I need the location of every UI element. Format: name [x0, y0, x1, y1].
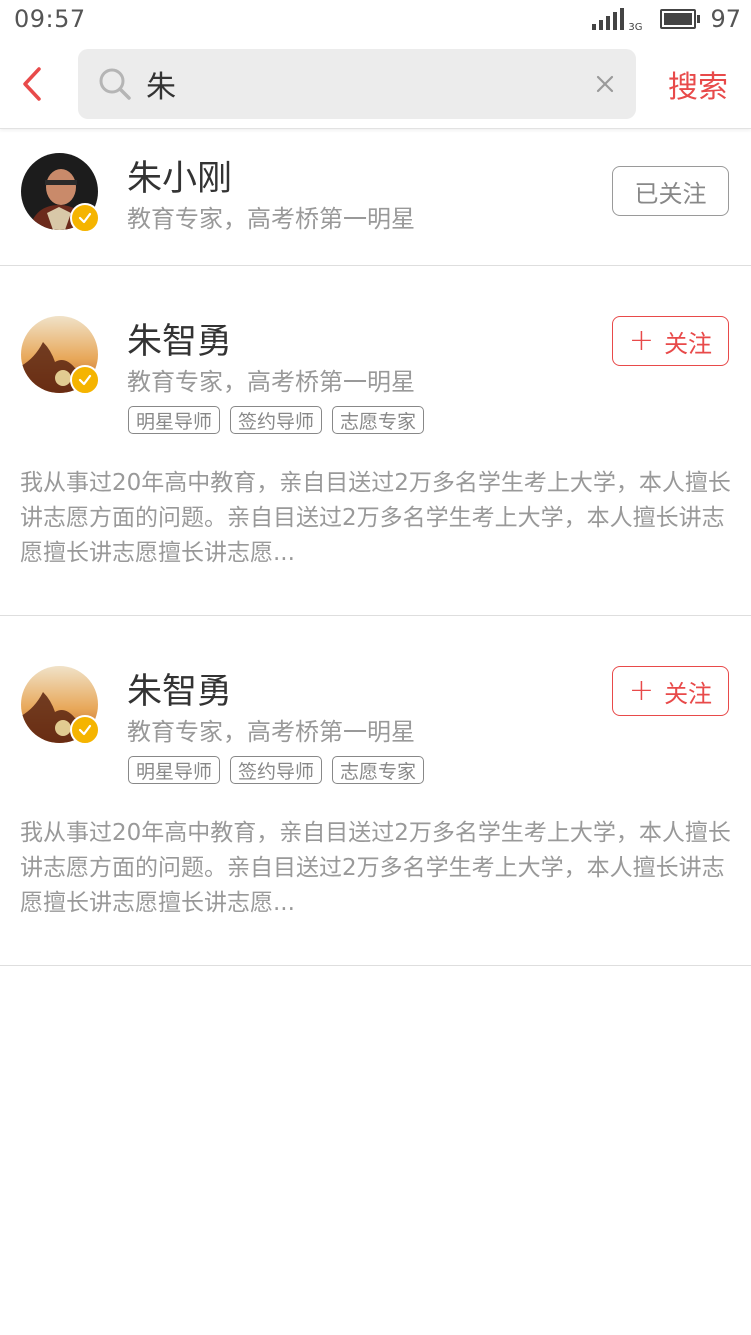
- tag: 明星导师: [128, 406, 221, 434]
- plus-icon: +: [628, 323, 655, 358]
- search-button[interactable]: 搜索: [668, 62, 728, 106]
- user-result-item[interactable]: 朱智勇 教育专家，高考桥第一明星 + 关注 明星导师 签约导师 志愿专家 我从事…: [0, 616, 751, 966]
- status-bar: 09:57 3G 97: [0, 0, 751, 40]
- verified-badge-icon: [70, 203, 100, 233]
- search-header: 搜索: [0, 40, 751, 129]
- user-name: 朱小刚: [127, 159, 233, 199]
- status-indicators: 3G 97: [592, 5, 741, 33]
- user-name: 朱智勇: [127, 672, 233, 712]
- user-intro: 教育专家，高考桥第一明星: [127, 368, 415, 396]
- user-result-item[interactable]: 朱智勇 教育专家，高考桥第一明星 + 关注 明星导师 签约导师 志愿专家 我从事…: [0, 266, 751, 616]
- user-name: 朱智勇: [127, 322, 233, 362]
- tag: 志愿专家: [332, 406, 425, 434]
- signal-icon: [592, 8, 625, 30]
- status-time: 09:57: [14, 5, 86, 33]
- tag: 签约导师: [230, 406, 323, 434]
- tag: 明星导师: [128, 756, 221, 784]
- user-intro: 教育专家，高考桥第一明星: [127, 718, 415, 746]
- search-box[interactable]: [78, 49, 636, 119]
- search-input[interactable]: [146, 59, 576, 109]
- tag-list: 明星导师 签约导师 志愿专家: [128, 756, 425, 784]
- search-icon: [99, 68, 131, 100]
- user-result-item[interactable]: 朱小刚 教育专家，高考桥第一明星 已关注: [0, 129, 751, 266]
- followed-button[interactable]: 已关注: [612, 166, 729, 216]
- clear-icon[interactable]: [592, 71, 618, 97]
- plus-icon: +: [628, 673, 655, 708]
- network-type: 3G: [628, 22, 643, 33]
- follow-button[interactable]: + 关注: [612, 666, 729, 716]
- user-description: 我从事过20年高中教育，亲自目送过2万多名学生考上大学，本人擅长讲志愿方面的问题…: [20, 820, 731, 916]
- user-description: 我从事过20年高中教育，亲自目送过2万多名学生考上大学，本人擅长讲志愿方面的问题…: [20, 470, 731, 566]
- battery-icon: [660, 9, 701, 29]
- verified-badge-icon: [70, 365, 100, 395]
- chevron-left-icon: [23, 67, 41, 101]
- tag-list: 明星导师 签约导师 志愿专家: [128, 406, 425, 434]
- battery-percent: 97: [710, 5, 741, 33]
- follow-label: 关注: [664, 679, 713, 708]
- verified-badge-icon: [70, 715, 100, 745]
- tag: 志愿专家: [332, 756, 425, 784]
- follow-label: 已关注: [634, 179, 707, 208]
- tag: 签约导师: [230, 756, 323, 784]
- follow-button[interactable]: + 关注: [612, 316, 729, 366]
- user-intro: 教育专家，高考桥第一明星: [127, 205, 415, 233]
- back-button[interactable]: [14, 64, 50, 104]
- follow-label: 关注: [664, 329, 713, 358]
